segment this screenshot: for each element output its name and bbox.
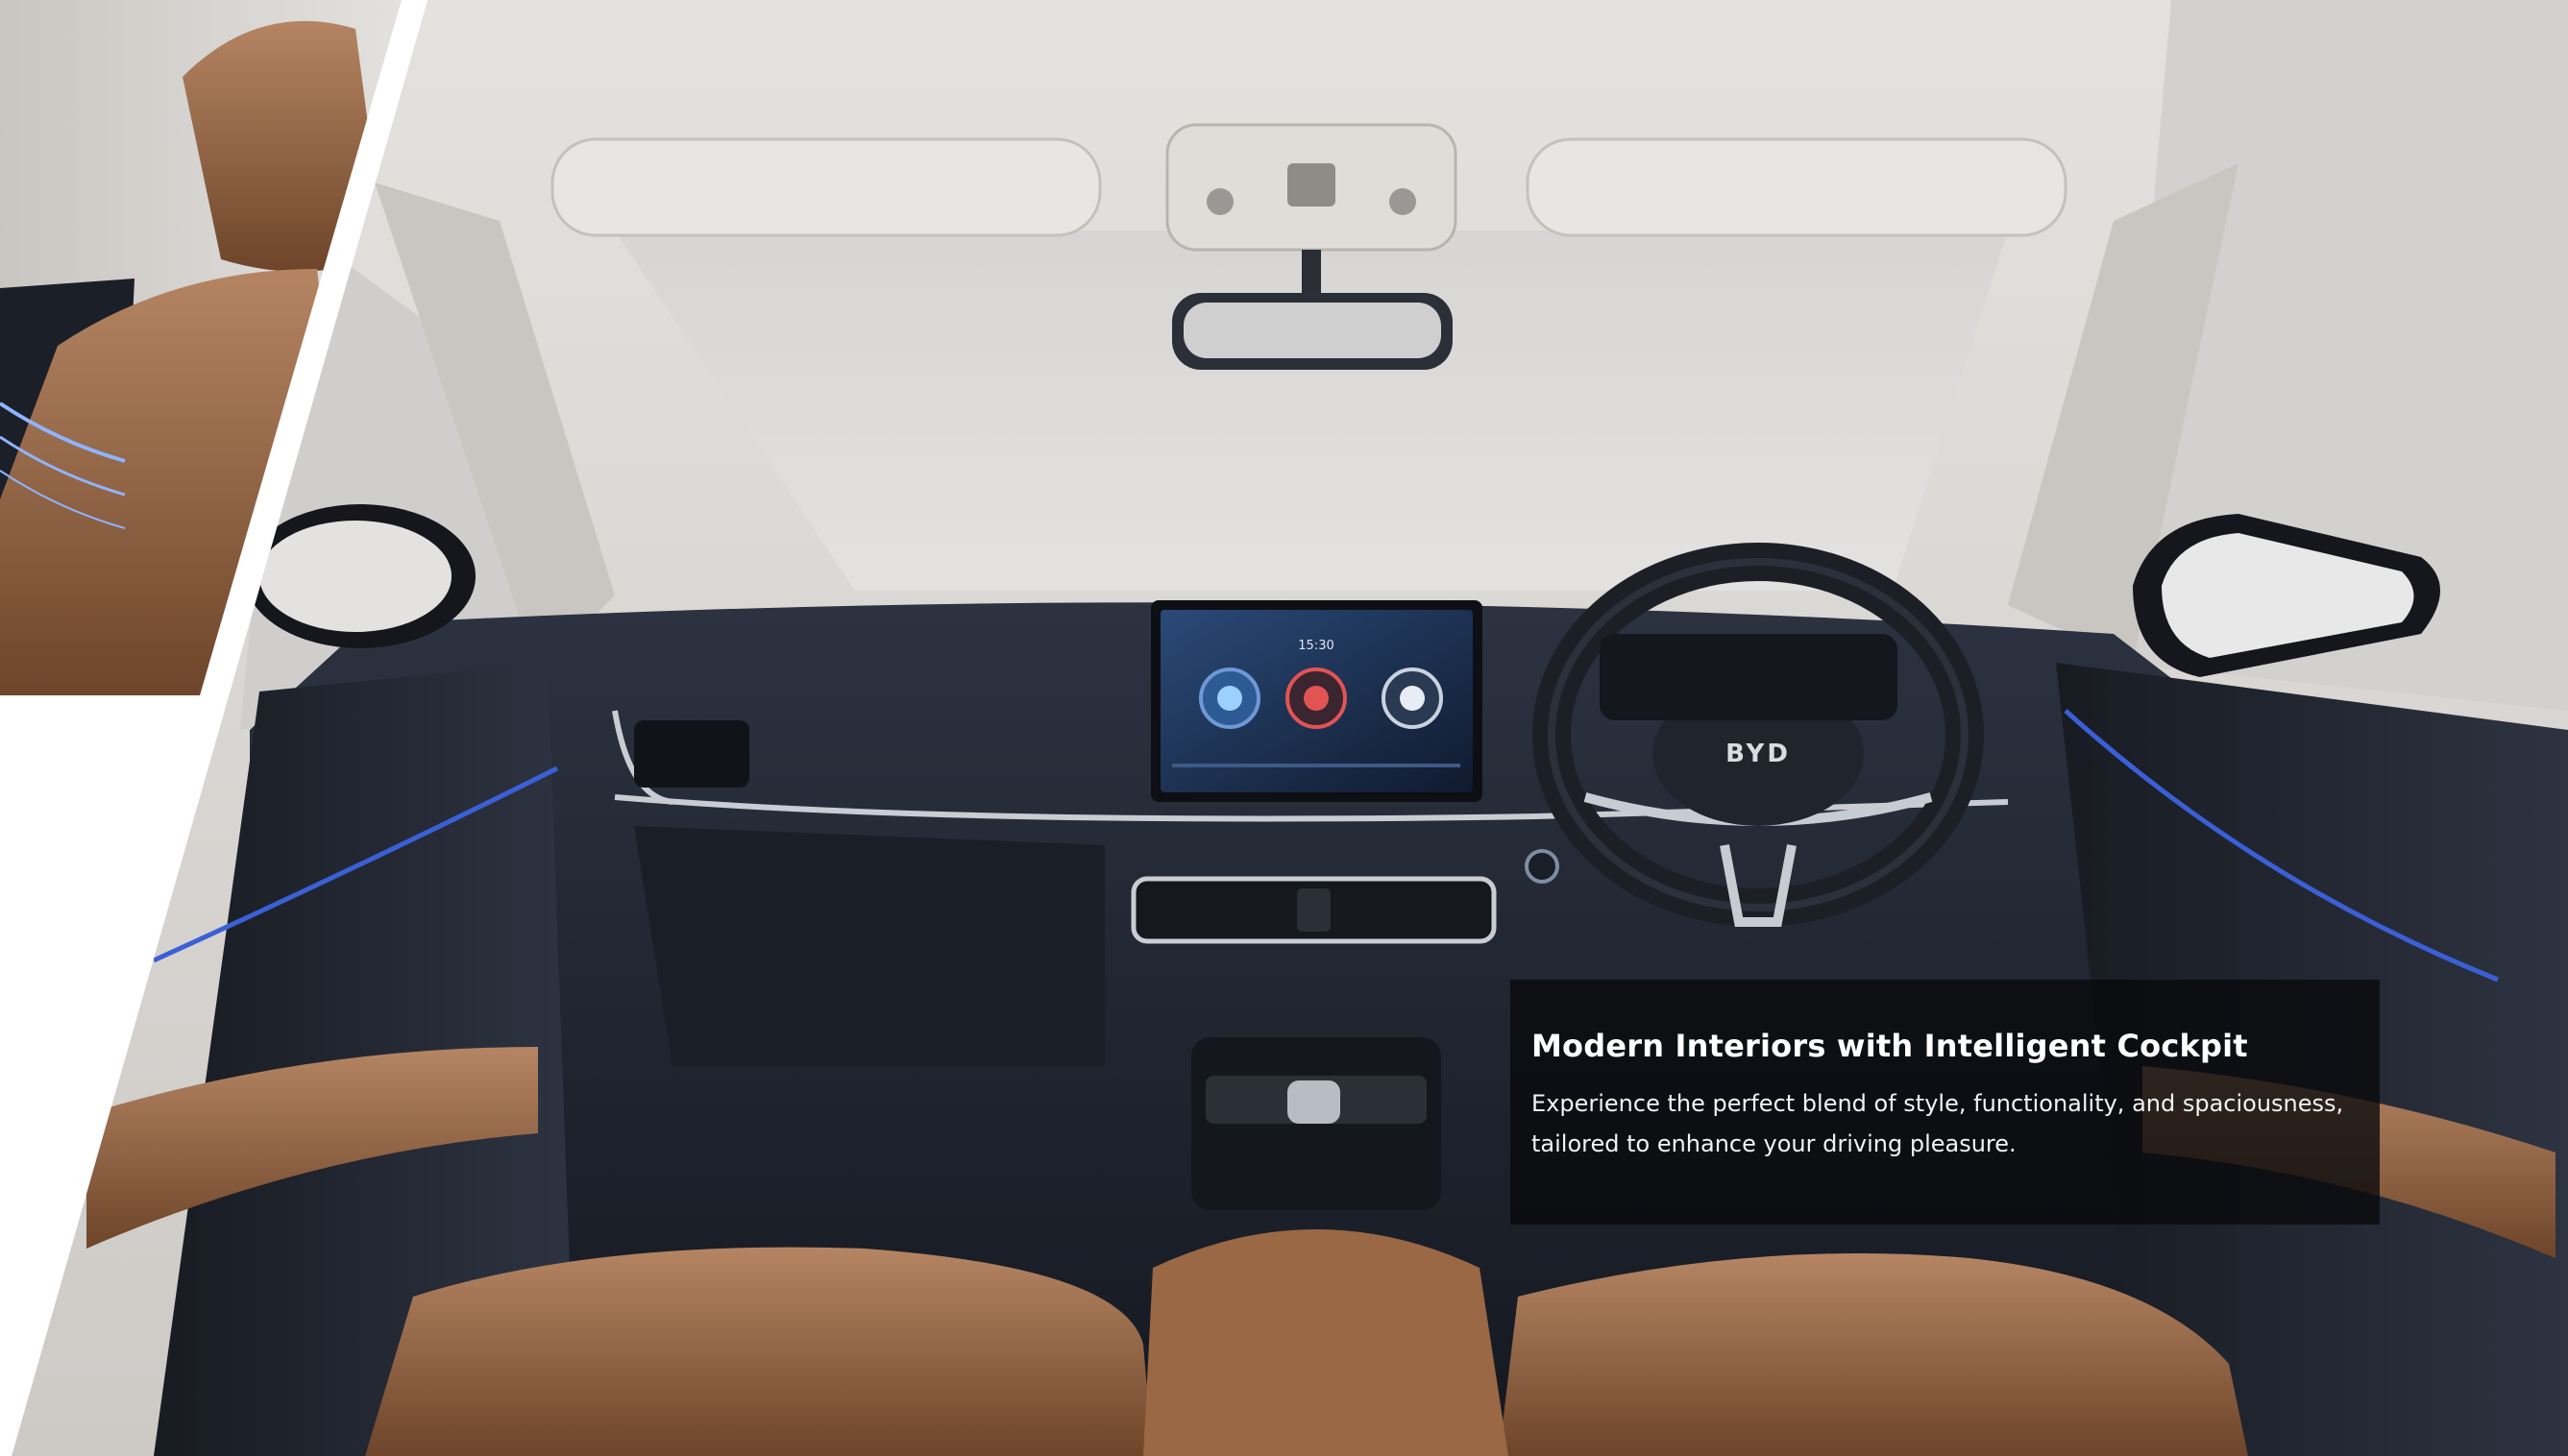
caption-title: Modern Interiors with Intelligent Cockpi… <box>1531 1028 2248 1064</box>
center-armrest <box>1143 1229 1508 1456</box>
left-air-vent <box>634 720 749 788</box>
left-sun-visor <box>550 137 1102 237</box>
instrument-cluster <box>1600 634 1897 720</box>
right-sun-visor <box>1526 137 2067 237</box>
feature-caption: Modern Interiors with Intelligent Cockpi… <box>1510 980 2380 1225</box>
start-button <box>1525 849 1559 884</box>
caption-body-line-2: tailored to enhance your driving pleasur… <box>1531 1130 2017 1158</box>
glovebox <box>634 826 1105 1066</box>
caption-body-line-1: Experience the perfect blend of style, f… <box>1531 1090 2344 1118</box>
byd-logo: BYD <box>1725 740 1791 768</box>
caption-body: Experience the perfect blend of style, f… <box>1531 1083 2358 1164</box>
infotainment-clock: 15:30 <box>1298 639 1333 653</box>
left-front-seat <box>365 1247 1153 1456</box>
gear-selector <box>1287 1080 1340 1124</box>
main-interior-view: 15:30 BYD <box>12 0 2568 1456</box>
car-interior-photo: 15:30 BYD <box>0 0 2568 1456</box>
